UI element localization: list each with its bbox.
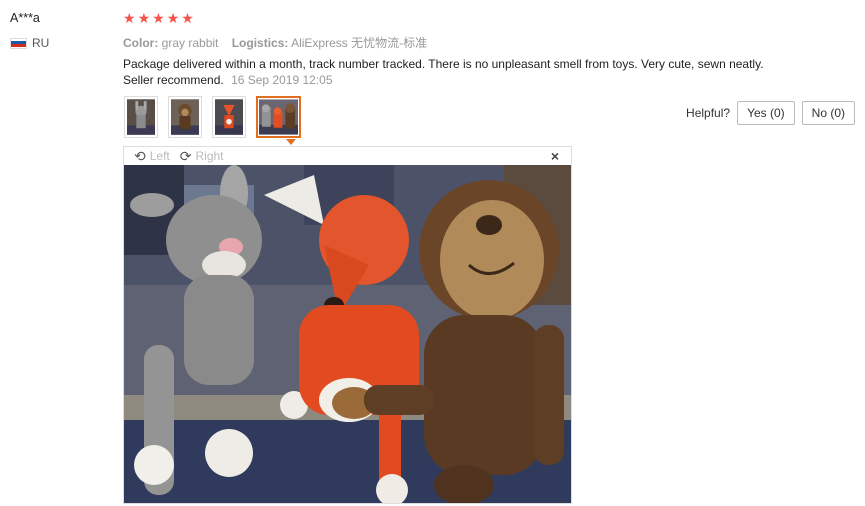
photo-thumbnails bbox=[124, 96, 301, 138]
selected-thumbnail-pointer bbox=[286, 139, 296, 145]
review-text-block: Package delivered within a month, track … bbox=[123, 56, 773, 88]
helpful-yes-button[interactable]: Yes (0) bbox=[737, 101, 795, 125]
plush-toys-photo bbox=[124, 165, 571, 503]
image-viewer: ⟲ Left ⟳ Right × bbox=[123, 146, 572, 504]
rotate-right-button[interactable]: ⟳ Right bbox=[180, 148, 224, 165]
thumbnail-fox-photo[interactable] bbox=[212, 96, 246, 138]
rotate-right-label: Right bbox=[195, 149, 224, 163]
color-value: gray rabbit bbox=[161, 36, 219, 50]
rotate-left-icon: ⟲ bbox=[134, 147, 146, 164]
reviewer-name: A***a bbox=[10, 11, 40, 25]
russia-flag-icon bbox=[10, 37, 27, 49]
star-rating: ★ ★ ★ ★ ★ bbox=[123, 10, 194, 26]
logistics-label: Logistics: bbox=[231, 36, 289, 50]
rotate-right-icon: ⟳ bbox=[179, 147, 192, 164]
rotate-left-label: Left bbox=[149, 149, 170, 163]
helpful-section: Helpful? Yes (0) No (0) bbox=[686, 101, 855, 125]
group-photo-icon bbox=[259, 99, 298, 135]
helpful-label: Helpful? bbox=[686, 106, 731, 120]
color-label: Color: bbox=[123, 36, 159, 50]
thumbnail-monkey-photo[interactable] bbox=[168, 96, 202, 138]
reviewer-country: RU bbox=[10, 36, 49, 50]
helpful-no-button[interactable]: No (0) bbox=[801, 101, 855, 125]
fox-photo-icon bbox=[215, 99, 243, 135]
thumbnail-group-photo[interactable] bbox=[256, 96, 301, 138]
rotate-left-button[interactable]: ⟲ Left bbox=[134, 148, 170, 165]
rabbit-photo-icon bbox=[127, 99, 155, 135]
star-icon: ★ bbox=[152, 10, 165, 26]
logistics-value: AliExpress 无忧物流-标准 bbox=[291, 36, 428, 50]
star-icon: ★ bbox=[181, 10, 194, 26]
order-info: Color: gray rabbit Logistics: AliExpress… bbox=[123, 34, 437, 51]
country-code: RU bbox=[32, 36, 50, 50]
star-icon: ★ bbox=[166, 10, 180, 26]
thumbnail-rabbit-photo[interactable] bbox=[124, 96, 158, 138]
image-viewer-toolbar: ⟲ Left ⟳ Right bbox=[124, 147, 571, 165]
star-icon: ★ bbox=[137, 10, 151, 26]
close-viewer-button[interactable]: × bbox=[551, 148, 559, 164]
review-date: 16 Sep 2019 12:05 bbox=[231, 73, 333, 87]
monkey-photo-icon bbox=[171, 99, 199, 135]
review-text: Package delivered within a month, track … bbox=[123, 57, 764, 87]
star-icon: ★ bbox=[123, 10, 136, 26]
